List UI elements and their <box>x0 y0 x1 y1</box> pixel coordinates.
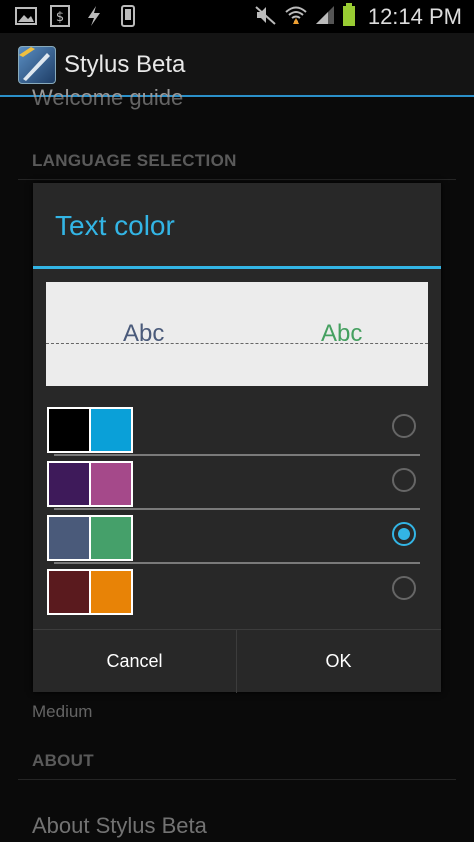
dialog-button-bar: Cancel OK <box>33 629 441 693</box>
status-time: 12:14 PM <box>367 4 462 29</box>
svg-text:$: $ <box>56 10 64 25</box>
radio-button[interactable] <box>392 414 416 438</box>
color-option-3[interactable] <box>46 512 428 565</box>
color-option-4[interactable] <box>46 566 428 619</box>
color-option-1[interactable] <box>46 404 428 457</box>
color-swatch <box>89 571 131 613</box>
signal-icon <box>314 4 336 30</box>
color-swatch <box>89 409 131 451</box>
mute-icon <box>254 4 278 30</box>
color-swatch <box>49 571 89 613</box>
color-option-2[interactable] <box>46 458 428 511</box>
status-left-icons: $ <box>14 5 140 27</box>
image-icon <box>14 5 38 27</box>
preview-left-text: Abc <box>123 320 165 347</box>
cancel-button[interactable]: Cancel <box>33 630 236 693</box>
color-swatch-pair <box>47 461 133 507</box>
option-divider <box>54 454 420 456</box>
app-logo-icon[interactable] <box>18 46 56 84</box>
color-swatch <box>49 517 89 559</box>
option-divider <box>54 508 420 510</box>
flash-icon <box>82 5 106 27</box>
phone-icon <box>116 5 140 27</box>
wifi-icon <box>284 4 308 30</box>
dialog-title-divider <box>33 266 441 269</box>
color-swatch <box>49 463 89 505</box>
status-bar: $ 12:14 PM <box>0 0 474 33</box>
color-preview: Abc Abc <box>46 282 428 386</box>
text-color-dialog: Text color Abc Abc Cancel OK <box>33 183 441 693</box>
color-swatch-pair <box>47 407 133 453</box>
color-swatch-pair <box>47 569 133 615</box>
radio-button[interactable] <box>392 576 416 600</box>
dollar-doc-icon: $ <box>48 5 72 27</box>
radio-button[interactable] <box>392 468 416 492</box>
ok-button[interactable]: OK <box>237 630 440 693</box>
dialog-title: Text color <box>55 210 175 241</box>
color-swatch <box>89 517 131 559</box>
preview-right-text: Abc <box>321 320 363 347</box>
preview-baseline <box>46 343 428 344</box>
battery-icon <box>342 3 356 31</box>
radio-button[interactable] <box>392 522 416 546</box>
color-swatch <box>49 409 89 451</box>
color-swatch <box>89 463 131 505</box>
option-divider <box>54 562 420 564</box>
color-swatch-pair <box>47 515 133 561</box>
app-title: Stylus Beta <box>64 51 186 78</box>
status-right-icons: 12:14 PM <box>254 3 462 31</box>
